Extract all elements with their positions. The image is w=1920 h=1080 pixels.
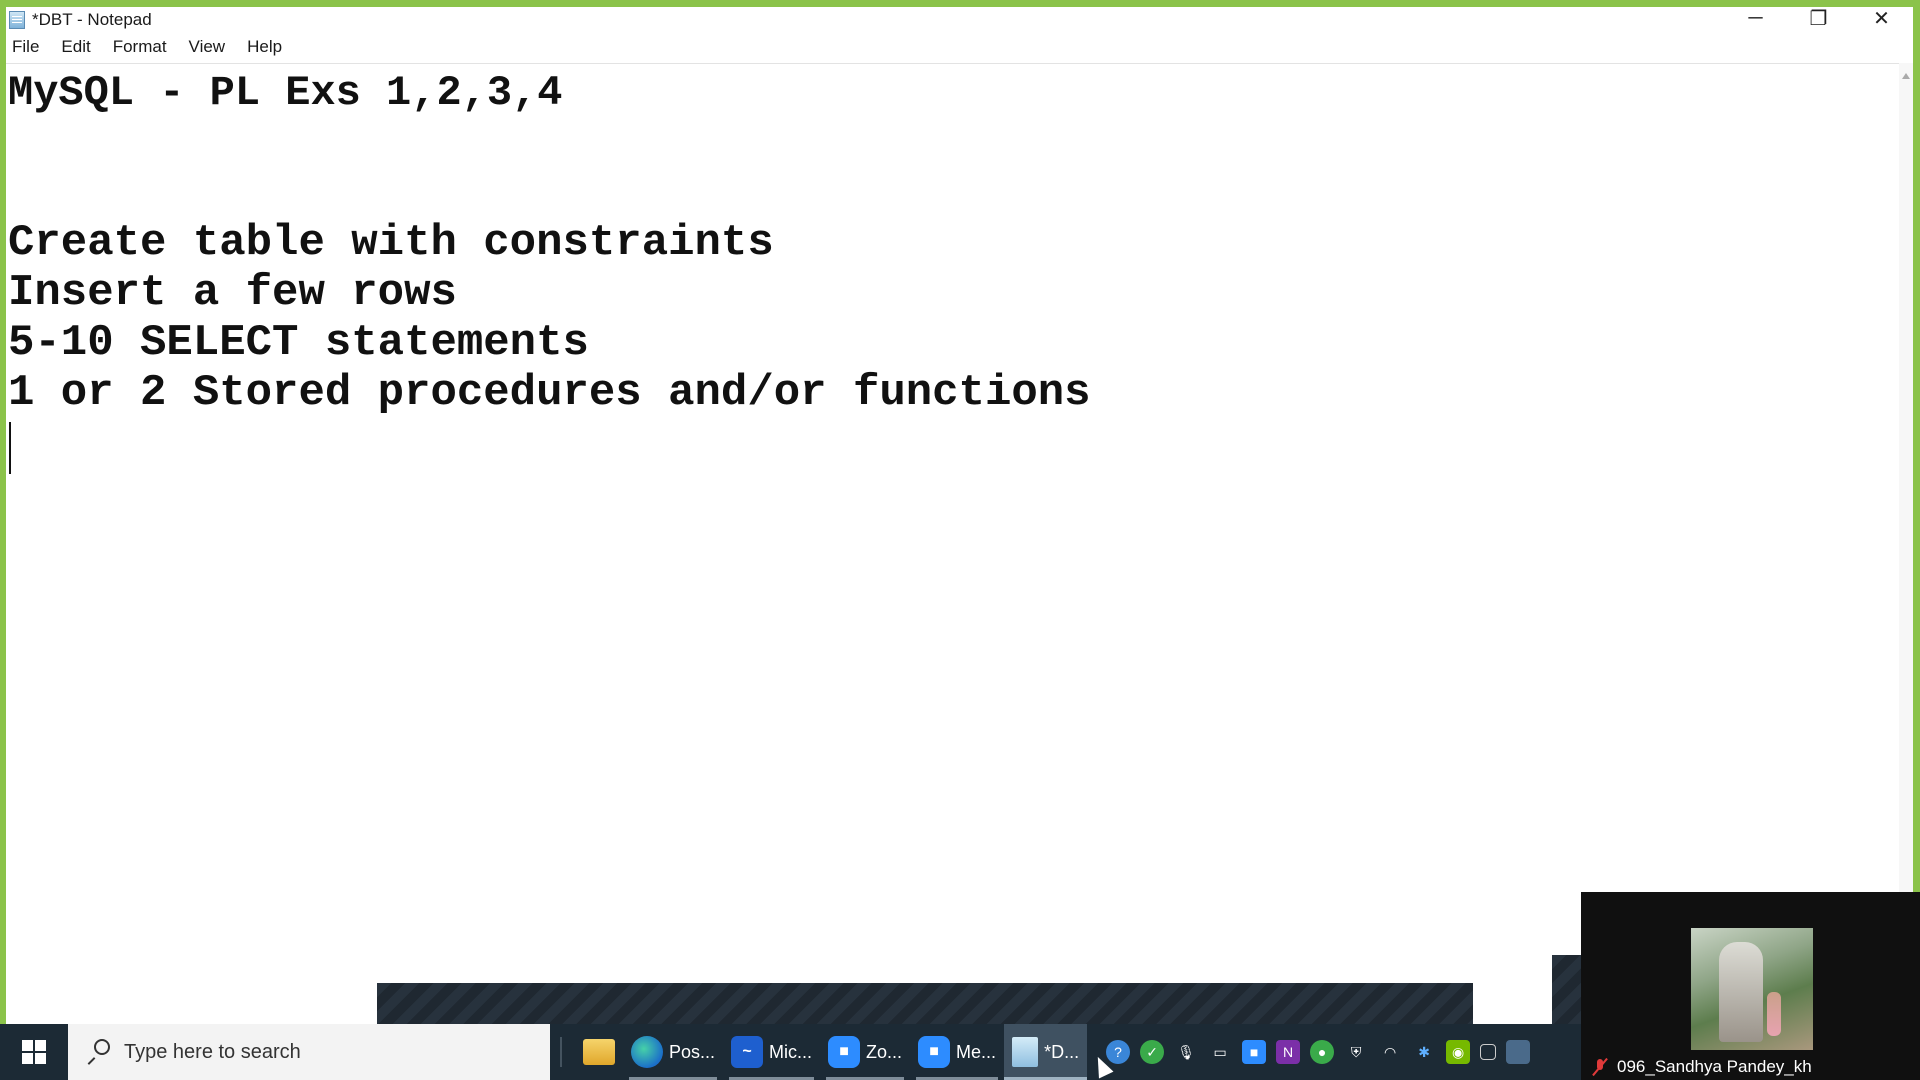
- status-icon[interactable]: ●: [1310, 1040, 1335, 1064]
- taskbar-app-notepad[interactable]: *D...: [1004, 1024, 1088, 1080]
- shared-screen-strip: [1552, 955, 1582, 1024]
- menu-file[interactable]: File: [10, 35, 41, 59]
- editor-line: 1 or 2 Stored procedures and/or function…: [8, 368, 1091, 418]
- menu-edit[interactable]: Edit: [59, 35, 92, 59]
- taskbar-app-zoom-meeting[interactable]: ■ Me...: [910, 1024, 1004, 1080]
- zoom-tray-icon[interactable]: ■: [1242, 1040, 1267, 1064]
- bluetooth-icon[interactable]: ✱: [1412, 1040, 1436, 1064]
- text-editor[interactable]: MySQL - PL Exs 1,2,3,4 Create table with…: [6, 63, 1899, 1024]
- shield-check-icon[interactable]: ✓: [1140, 1040, 1165, 1064]
- display-icon[interactable]: [1480, 1044, 1497, 1060]
- editor-line: MySQL - PL Exs 1,2,3,4: [8, 69, 563, 117]
- taskbar-app-whiteboard[interactable]: ~ Mic...: [723, 1024, 820, 1080]
- folder-icon: [583, 1039, 615, 1065]
- window-controls: ─ ❐ ✕: [1724, 3, 1913, 33]
- taskbar-divider: [560, 1037, 562, 1067]
- network-icon[interactable]: ◠: [1378, 1040, 1402, 1064]
- notepad-icon: [1012, 1037, 1039, 1067]
- restore-button[interactable]: ❐: [1787, 3, 1850, 33]
- title-bar[interactable]: *DBT - Notepad ─ ❐ ✕: [6, 7, 1913, 33]
- participant-video: [1691, 928, 1813, 1050]
- statue-image: [1719, 942, 1763, 1042]
- system-tray: ? ✓ 🎙 ▭ ■ N ● ⛨ ◠ ✱ ◉: [1101, 1040, 1535, 1064]
- participant-name: 096_Sandhya Pandey_kh: [1617, 1057, 1812, 1076]
- start-button[interactable]: [0, 1024, 68, 1080]
- video-tile[interactable]: 096_Sandhya Pandey_kh: [1581, 892, 1920, 1080]
- notepad-icon: [9, 11, 25, 29]
- desktop-screen: *DBT - Notepad ─ ❐ ✕ File Edit Format Vi…: [0, 0, 1920, 1080]
- taskbar-app-label: *D...: [1044, 1041, 1080, 1062]
- security-icon[interactable]: ⛨: [1344, 1040, 1368, 1064]
- editor-line: 5-10 SELECT statements: [8, 318, 589, 368]
- taskbar-app-label: Pos...: [669, 1041, 716, 1062]
- taskbar-app-edge[interactable]: Pos...: [623, 1024, 723, 1080]
- mic-muted-icon: [1593, 1058, 1607, 1076]
- zoom-icon: ■: [918, 1036, 951, 1068]
- editor-line: Insert a few rows: [8, 268, 457, 318]
- menu-help[interactable]: Help: [245, 35, 284, 59]
- taskbar-app-zoom[interactable]: ■ Zo...: [820, 1024, 910, 1080]
- app-icon[interactable]: [1506, 1040, 1531, 1064]
- editor-line: Create table with constraints: [8, 218, 774, 268]
- onenote-icon[interactable]: N: [1276, 1040, 1301, 1064]
- text-caret: [9, 422, 11, 474]
- search-icon: [84, 1039, 110, 1065]
- zoom-icon: ■: [828, 1036, 861, 1068]
- menu-view[interactable]: View: [187, 35, 228, 59]
- menu-bar: File Edit Format View Help: [6, 33, 1913, 61]
- participant-label: 096_Sandhya Pandey_kh: [1593, 1054, 1812, 1080]
- taskbar-app-label: Zo...: [866, 1041, 903, 1062]
- search-placeholder: Type here to search: [124, 1040, 301, 1063]
- notepad-window: *DBT - Notepad ─ ❐ ✕ File Edit Format Vi…: [0, 0, 1920, 1024]
- minimize-button[interactable]: ─: [1724, 3, 1787, 33]
- microphone-icon[interactable]: 🎙: [1174, 1040, 1198, 1064]
- help-icon[interactable]: ?: [1106, 1040, 1131, 1064]
- close-button[interactable]: ✕: [1850, 3, 1913, 33]
- taskbar-app-label: Mic...: [769, 1041, 813, 1062]
- taskbar-search[interactable]: Type here to search: [68, 1024, 550, 1080]
- menu-format[interactable]: Format: [111, 35, 169, 59]
- battery-icon[interactable]: ▭: [1208, 1040, 1232, 1064]
- nvidia-icon[interactable]: ◉: [1446, 1040, 1471, 1064]
- windows-logo-icon: [22, 1040, 46, 1064]
- shared-screen-strip: [377, 983, 1473, 1024]
- taskbar-app-label: Me...: [956, 1041, 997, 1062]
- edge-icon: [631, 1036, 663, 1068]
- scroll-up-arrow-icon[interactable]: [1902, 73, 1910, 79]
- vertical-scrollbar[interactable]: [1899, 63, 1913, 1024]
- person-image: [1767, 992, 1781, 1036]
- whiteboard-icon: ~: [731, 1036, 764, 1068]
- window-title: *DBT - Notepad: [32, 10, 152, 29]
- taskbar-app-file-explorer[interactable]: [575, 1024, 623, 1080]
